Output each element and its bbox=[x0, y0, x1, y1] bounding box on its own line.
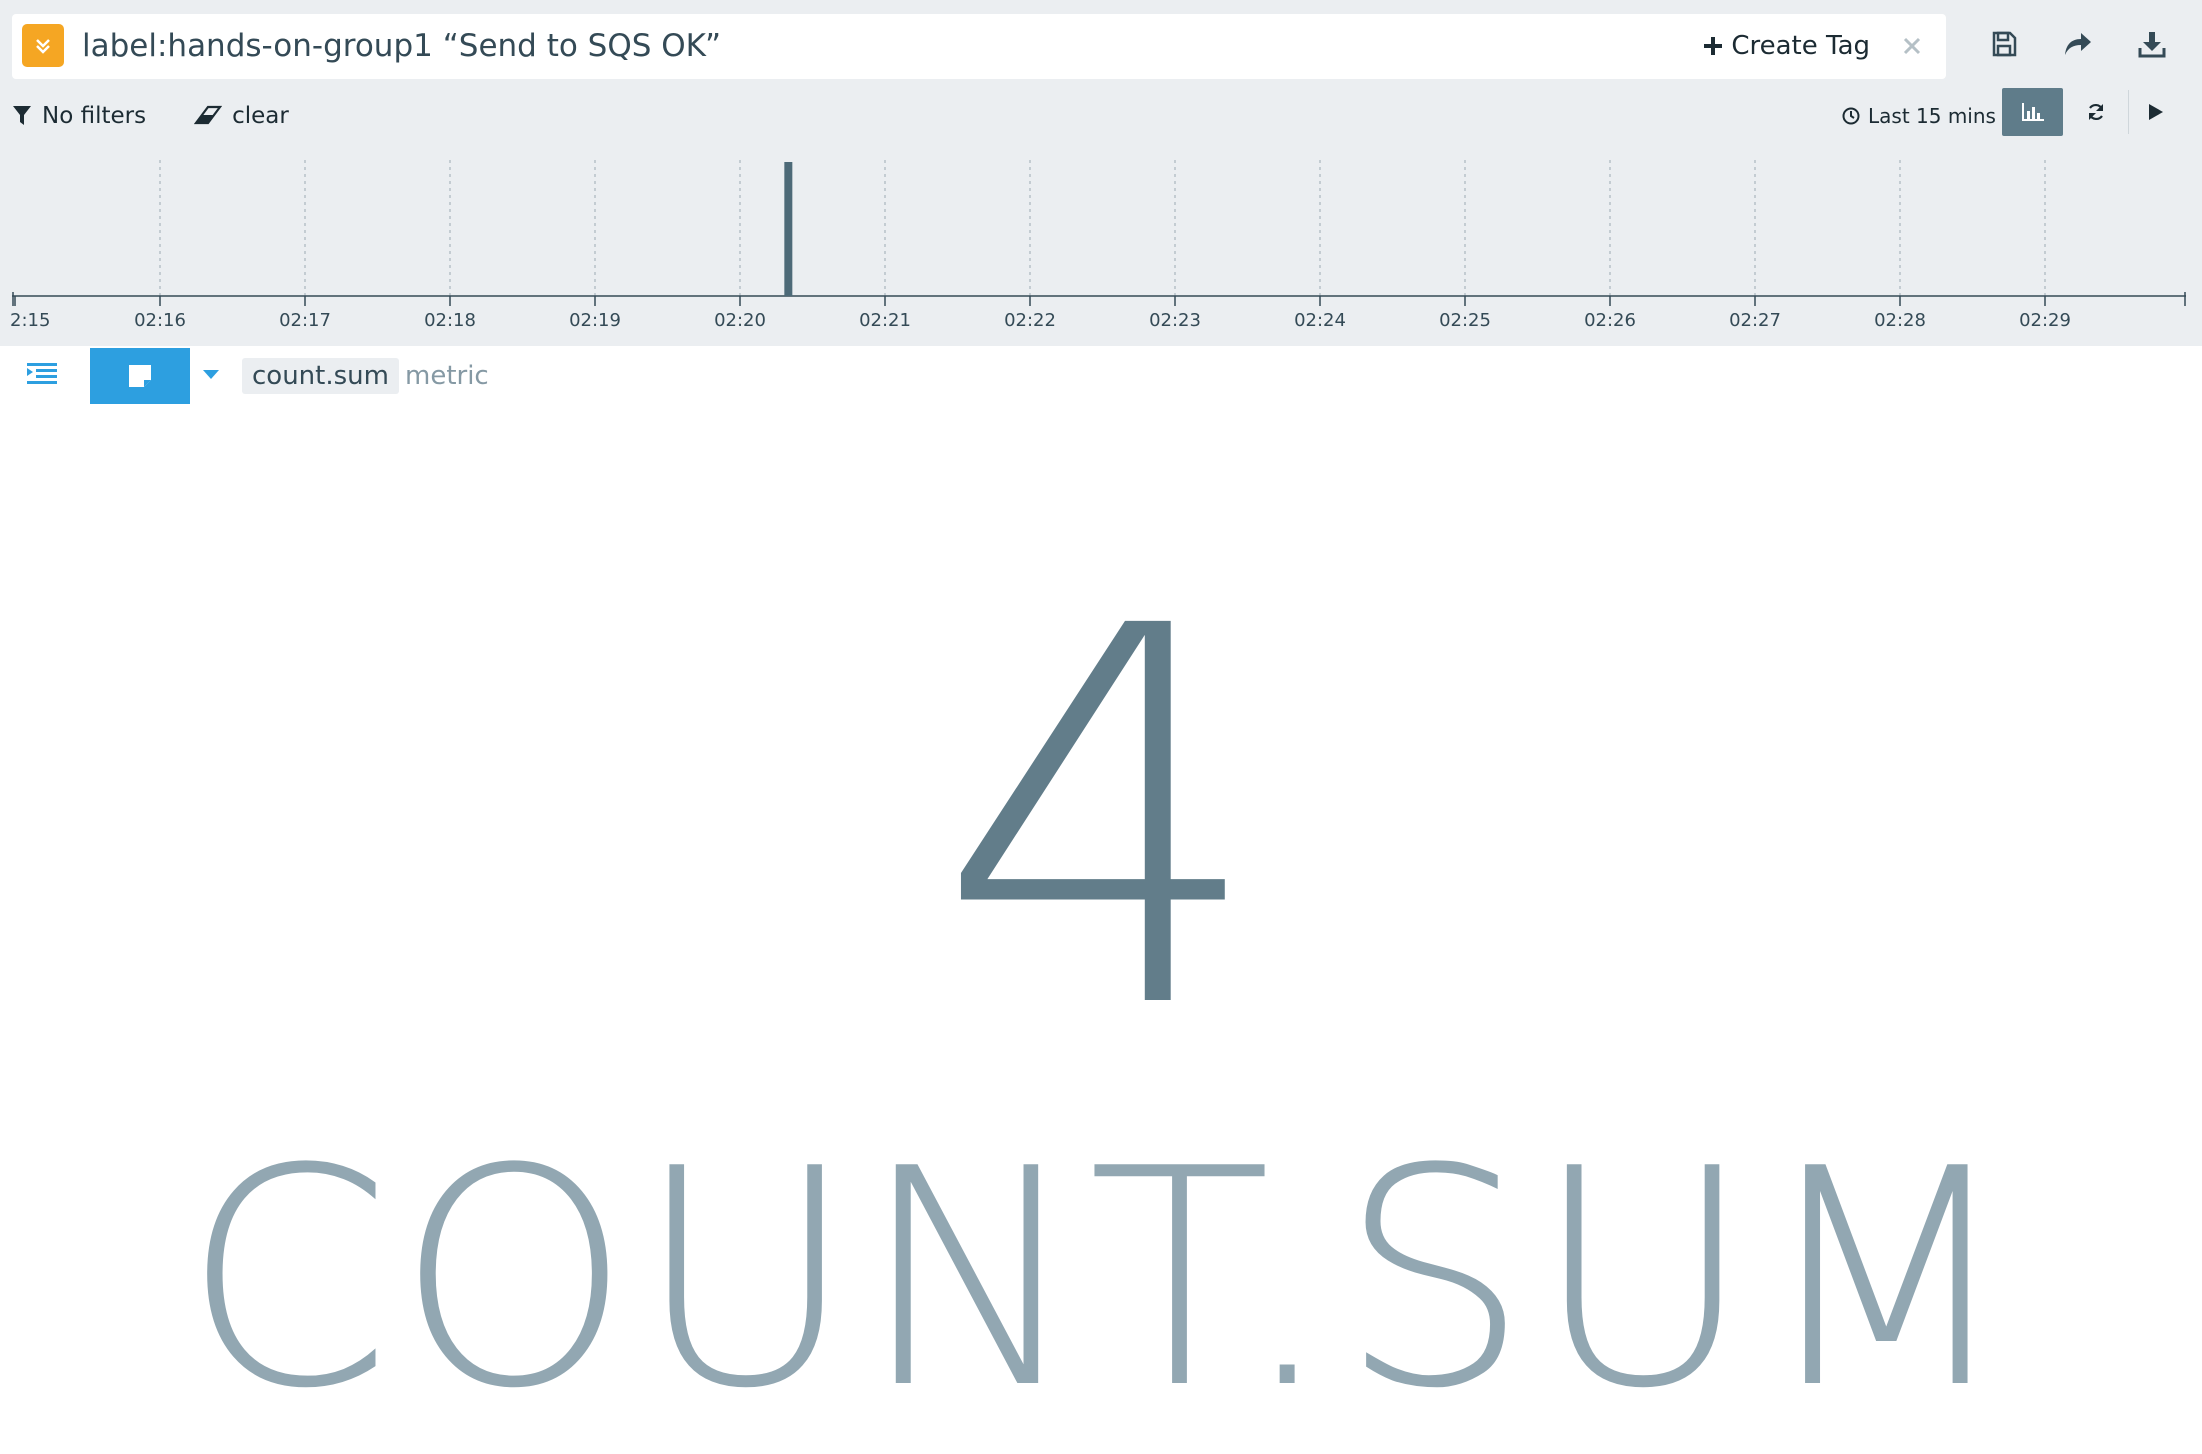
close-icon bbox=[1903, 37, 1921, 55]
no-filters-label: No filters bbox=[42, 103, 147, 129]
indent-list-icon bbox=[27, 363, 57, 384]
query-input[interactable]: label:hands-on-group1 “Send to SQS OK” bbox=[82, 26, 721, 66]
caret-down-icon bbox=[203, 370, 219, 379]
download-button[interactable] bbox=[2132, 24, 2172, 64]
query-bar: label:hands-on-group1 “Send to SQS OK” C… bbox=[12, 14, 1946, 79]
toolbar-divider bbox=[2128, 90, 2129, 134]
histogram-tick-label: 02:24 bbox=[1294, 310, 1346, 331]
visualization-type-dropdown[interactable] bbox=[198, 360, 224, 388]
histogram-tick-label: 02:16 bbox=[134, 310, 186, 331]
chevron-double-down-icon bbox=[36, 38, 50, 54]
metric-type-label: metric bbox=[405, 361, 489, 391]
top-panel: label:hands-on-group1 “Send to SQS OK” C… bbox=[0, 0, 2202, 346]
histogram-tick-label: 02:17 bbox=[279, 310, 331, 331]
toggle-sidebar-button[interactable] bbox=[22, 356, 62, 392]
play-button[interactable] bbox=[2138, 94, 2174, 130]
histogram-tick-label: 02:21 bbox=[859, 310, 911, 331]
metric-field-chip[interactable]: count.sum bbox=[242, 358, 399, 394]
refresh-button[interactable] bbox=[2078, 94, 2114, 130]
clear-filters-button[interactable]: clear bbox=[194, 103, 289, 129]
share-icon bbox=[2065, 33, 2091, 55]
histogram-tick-label: 02:20 bbox=[714, 310, 766, 331]
time-range-label: Last 15 mins bbox=[1868, 104, 1996, 128]
histogram-tick-label: 02:26 bbox=[1584, 310, 1636, 331]
histogram-tick-label: 02:23 bbox=[1149, 310, 1201, 331]
filter-icon bbox=[13, 106, 31, 125]
filter-bar: No filters clear bbox=[12, 96, 337, 136]
clear-query-button[interactable] bbox=[1894, 28, 1930, 64]
histogram-tick-label: 02:25 bbox=[1439, 310, 1491, 331]
plus-icon bbox=[1704, 37, 1723, 55]
metric-label: COUNT.SUM bbox=[182, 1105, 2020, 1454]
clear-label: clear bbox=[232, 103, 289, 129]
visualization-type-button[interactable] bbox=[90, 348, 190, 404]
download-icon bbox=[2138, 32, 2166, 58]
play-icon bbox=[2149, 104, 2163, 120]
histogram-toggle-button[interactable] bbox=[2002, 88, 2063, 136]
refresh-icon bbox=[2089, 103, 2103, 121]
histogram-tick-label: 2:15 bbox=[10, 310, 50, 331]
histogram-tick-label: 02:19 bbox=[569, 310, 621, 331]
save-button[interactable] bbox=[1984, 24, 2024, 64]
histogram-tick-label: 02:29 bbox=[2019, 310, 2071, 331]
metric-tile-icon bbox=[129, 365, 151, 387]
metric-value: 4 bbox=[935, 517, 1267, 1123]
eraser-icon bbox=[194, 105, 223, 125]
histogram-tick-label: 02:27 bbox=[1729, 310, 1781, 331]
time-range-picker[interactable]: Last 15 mins bbox=[1842, 96, 1996, 136]
time-histogram[interactable]: 2:15 02:16 02:17 02:18 02:19 02:20 02:21 02:22 0… bbox=[0, 150, 2202, 340]
histogram-tick-label: 02:28 bbox=[1874, 310, 1926, 331]
histogram-tick-label: 02:18 bbox=[424, 310, 476, 331]
histogram-bar bbox=[784, 162, 793, 296]
create-tag-label: Create Tag bbox=[1731, 31, 1870, 61]
create-tag-button[interactable]: Create Tag bbox=[1703, 28, 1870, 64]
query-toggle-button[interactable] bbox=[22, 24, 64, 67]
bar-chart-icon bbox=[2021, 103, 2044, 121]
share-button[interactable] bbox=[2058, 24, 2098, 64]
histogram-tick-label: 02:22 bbox=[1004, 310, 1056, 331]
visualization-toolbar: count.sum metric bbox=[0, 348, 2202, 404]
clock-icon bbox=[1842, 107, 1860, 125]
filters-button[interactable]: No filters bbox=[12, 103, 146, 129]
save-icon bbox=[1992, 31, 2017, 57]
